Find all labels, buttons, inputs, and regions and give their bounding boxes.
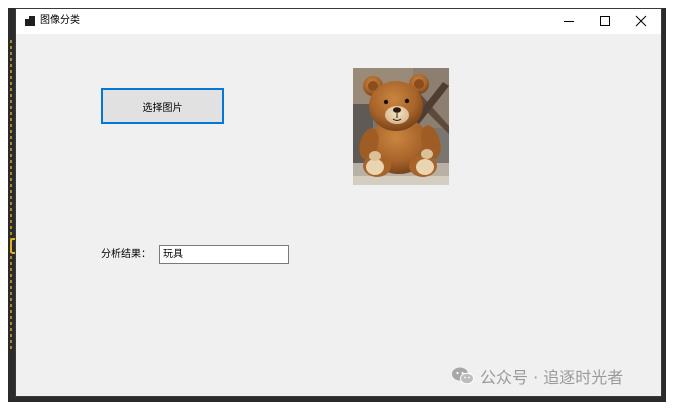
minimize-icon <box>564 21 574 22</box>
teddy-bear-image <box>353 68 449 185</box>
window-title: 图像分类 <box>40 15 80 26</box>
editor-guide-line <box>10 40 12 350</box>
watermark-text: 公众号 · 追逐时光者 <box>480 368 624 387</box>
maximize-button[interactable] <box>587 9 623 34</box>
title-bar[interactable]: 图像分类 <box>16 9 661 34</box>
choose-image-button[interactable]: 选择图片 <box>101 88 224 124</box>
picture-box-teddy-bear <box>353 68 449 185</box>
app-window: 图像分类 选择图片 分析结果： 玩具 <box>16 9 661 396</box>
result-label: 分析结果： <box>101 249 151 260</box>
app-icon <box>25 16 35 26</box>
wechat-icon <box>452 367 474 385</box>
watermark: 公众号 · 追逐时光者 <box>452 364 623 388</box>
maximize-icon <box>600 16 610 26</box>
close-icon <box>635 15 647 27</box>
result-textbox[interactable]: 玩具 <box>159 245 289 264</box>
close-button[interactable] <box>623 9 659 34</box>
minimize-button[interactable] <box>551 9 587 34</box>
